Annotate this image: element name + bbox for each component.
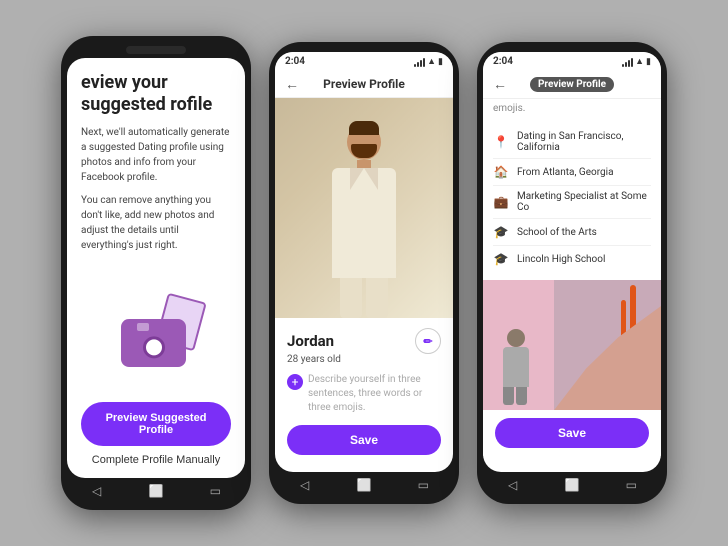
recents-nav-icon-3[interactable]: ▭ [624,478,638,492]
back-arrow-icon-3[interactable]: ← [493,76,507,93]
phone-2: 2:04 ▲ ▮ ← Preview Profile [269,42,459,504]
home-icon: 🏠 [493,164,509,180]
home-nav-icon-2[interactable]: ⬜ [357,478,371,492]
home-nav-icon-3[interactable]: ⬜ [565,478,579,492]
camera-illustration [111,297,201,367]
phone2-status-bar: 2:04 ▲ ▮ [275,52,453,71]
phone3-save-bar: Save [483,410,661,456]
save-button[interactable]: Save [287,425,441,455]
phone1-title: eview your suggested rofile [81,72,231,115]
wifi-icon-3: ▲ [635,56,644,67]
phone2-header: ← Preview Profile [275,71,453,98]
info-row-school2: 🎓 Lincoln High School [493,246,651,272]
staircase [554,306,661,410]
school-icon-2: 🎓 [493,251,509,267]
info-school1: School of the Arts [517,227,597,238]
back-arrow-icon[interactable]: ← [285,76,299,93]
school-icon-1: 🎓 [493,224,509,240]
phone3-save-button[interactable]: Save [495,418,649,448]
phone3-header: ← Preview Profile [483,71,661,99]
info-row-job: 💼 Marketing Specialist at Some Co [493,186,651,219]
phone-1-bottom-bar: ◁ ⬜ ▭ [67,478,245,500]
back-nav-icon-3[interactable]: ◁ [506,478,520,492]
battery-icon-3: ▮ [646,57,651,67]
info-school2: Lincoln High School [517,254,605,265]
camera-body [121,319,186,367]
phone2-header-title: Preview Profile [323,77,405,91]
phone2-status-icons: ▲ ▮ [414,56,443,67]
signal-icon-3 [622,57,633,67]
location-icon: 📍 [493,134,509,150]
signal-icon [414,57,425,67]
phone1-illustration [81,271,231,392]
wifi-icon: ▲ [427,56,436,67]
phone-1-screen: eview your suggested rofile Next, we'll … [67,58,245,478]
phone3-info-list: 📍 Dating in San Francisco, California 🏠 … [483,118,661,280]
info-dating-location: Dating in San Francisco, California [517,131,651,153]
phone-3-screen: 2:04 ▲ ▮ ← Preview Profile emojis. [483,52,661,472]
info-row-from: 🏠 From Atlanta, Georgia [493,159,651,186]
add-description-icon[interactable]: + [287,374,303,390]
phone-1: eview your suggested rofile Next, we'll … [61,36,251,510]
back-nav-icon-2[interactable]: ◁ [298,478,312,492]
phone3-photo [483,280,661,410]
work-icon: 💼 [493,194,509,210]
profile-age: 28 years old [287,354,441,365]
recents-nav-icon[interactable]: ▭ [208,484,222,498]
phone-3: 2:04 ▲ ▮ ← Preview Profile emojis. [477,42,667,504]
recents-nav-icon-2[interactable]: ▭ [416,478,430,492]
phone-2-screen: 2:04 ▲ ▮ ← Preview Profile [275,52,453,472]
phone3-header-badge: Preview Profile [530,77,614,92]
person-silhouette [503,329,529,405]
info-row-school1: 🎓 School of the Arts [493,219,651,246]
info-row-dating: 📍 Dating in San Francisco, California [493,126,651,159]
phone-notch-1 [126,46,186,54]
profile-name-row: Jordan ✏ [287,328,441,354]
phone-3-bottom-bar: ◁ ⬜ ▭ [483,472,661,494]
back-nav-icon[interactable]: ◁ [90,484,104,498]
describe-row: + Describe yourself in three sentences, … [287,373,441,415]
phone2-profile-photo [275,98,453,318]
battery-icon: ▮ [438,57,443,67]
complete-manually-button[interactable]: Complete Profile Manually [81,454,231,466]
phone1-body: Next, we'll automatically generate a sug… [81,125,231,261]
phone3-top-label: emojis. [483,99,661,118]
info-from: From Atlanta, Georgia [517,167,614,178]
profile-name: Jordan [287,332,334,350]
camera-flash [137,323,149,331]
camera-lens [143,336,165,358]
phone-2-bottom-bar: ◁ ⬜ ▭ [275,472,453,494]
phone3-time: 2:04 [493,56,513,67]
phone2-profile-info: Jordan ✏ 28 years old + Describe yoursel… [275,318,453,465]
info-job: Marketing Specialist at Some Co [517,191,651,213]
describe-placeholder[interactable]: Describe yourself in three sentences, th… [308,373,441,415]
home-nav-icon[interactable]: ⬜ [149,484,163,498]
preview-profile-button[interactable]: Preview Suggested Profile [81,402,231,446]
phone3-status-bar: 2:04 ▲ ▮ [483,52,661,71]
phone3-status-icons: ▲ ▮ [622,56,651,67]
phone2-time: 2:04 [285,56,305,67]
edit-button[interactable]: ✏ [415,328,441,354]
